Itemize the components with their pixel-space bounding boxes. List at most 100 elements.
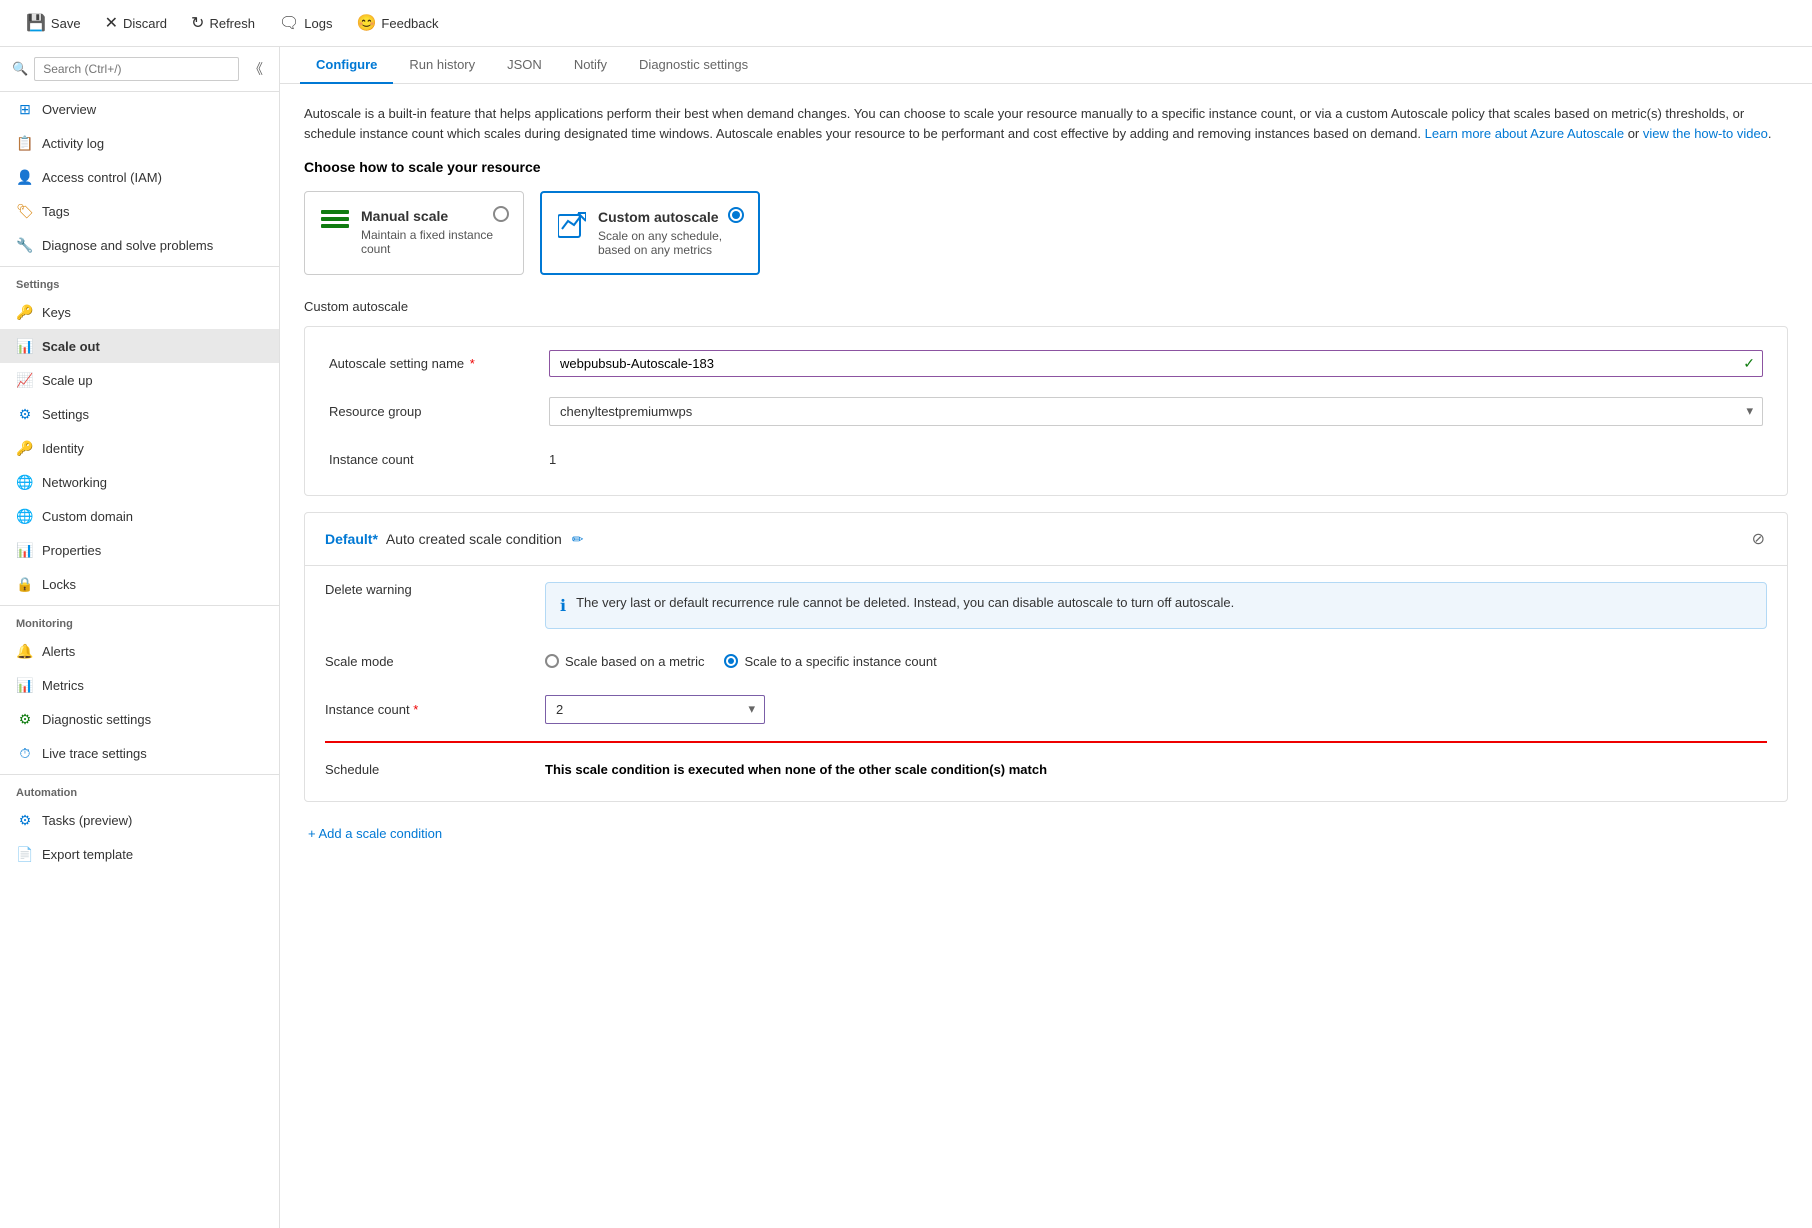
live-trace-icon: ⏱ <box>16 744 34 762</box>
tab-configure[interactable]: Configure <box>300 47 393 84</box>
sidebar-item-overview[interactable]: ⊞ Overview <box>0 92 279 126</box>
discard-icon: ✕ <box>105 13 118 33</box>
condition-instance-required: * <box>413 702 418 717</box>
sidebar-item-networking[interactable]: 🌐 Networking <box>0 465 279 499</box>
scale-mode-row: Scale mode Scale based on a metric Scale… <box>325 645 1767 677</box>
content-area: Configure Run history JSON Notify Diagno… <box>280 47 1812 1228</box>
condition-delete-button[interactable]: ⊘ <box>1750 527 1767 551</box>
sidebar-collapse-button[interactable]: 《 <box>245 55 267 83</box>
logs-button[interactable]: 🗨 Logs <box>269 8 343 38</box>
discard-button[interactable]: ✕ Discard <box>95 8 177 38</box>
learn-more-link[interactable]: Learn more about Azure Autoscale <box>1425 126 1624 141</box>
manual-scale-title: Manual scale <box>361 208 507 224</box>
how-to-video-link[interactable]: view the how-to video <box>1643 126 1768 141</box>
custom-autoscale-radio[interactable] <box>728 207 744 223</box>
scale-section-title: Choose how to scale your resource <box>304 159 1788 175</box>
sidebar-item-settings[interactable]: ⚙ Settings <box>0 397 279 431</box>
sidebar-item-export-template[interactable]: 📄 Export template <box>0 837 279 871</box>
resource-group-select[interactable]: chenyltestpremiumwps <box>549 397 1763 426</box>
tab-bar: Configure Run history JSON Notify Diagno… <box>280 47 1812 84</box>
custom-autoscale-card[interactable]: Custom autoscale Scale on any schedule, … <box>540 191 760 275</box>
networking-icon: 🌐 <box>16 473 34 491</box>
info-icon: ℹ <box>560 596 566 616</box>
sidebar-item-live-trace[interactable]: ⏱ Live trace settings <box>0 736 279 770</box>
export-template-icon: 📄 <box>16 845 34 863</box>
sidebar-item-tags[interactable]: 🏷 Tags <box>0 194 279 228</box>
scale-up-icon: 📈 <box>16 371 34 389</box>
refresh-icon: ↻ <box>191 13 204 33</box>
instance-count-value: 1 <box>549 452 1763 467</box>
sidebar: 🔍 《 ⊞ Overview 📋 Activity log 👤 Access c… <box>0 47 280 1228</box>
sidebar-item-metrics[interactable]: 📊 Metrics <box>0 668 279 702</box>
custom-domain-icon: 🌐 <box>16 507 34 525</box>
sidebar-item-locks[interactable]: 🔒 Locks <box>0 567 279 601</box>
scale-metric-radio[interactable] <box>545 654 559 668</box>
save-button[interactable]: 💾 Save <box>16 8 91 38</box>
delete-warning-label: Delete warning <box>325 582 545 597</box>
scale-instance-option[interactable]: Scale to a specific instance count <box>724 654 936 669</box>
sidebar-item-alerts[interactable]: 🔔 Alerts <box>0 634 279 668</box>
name-valid-checkmark: ✓ <box>1743 355 1755 372</box>
condition-body: Delete warning ℹ The very last or defaul… <box>305 566 1787 801</box>
sidebar-item-keys[interactable]: 🔑 Keys <box>0 295 279 329</box>
monitoring-section-label: Monitoring <box>0 605 279 634</box>
sidebar-item-diagnostic-settings[interactable]: ⚙ Diagnostic settings <box>0 702 279 736</box>
instance-count-select[interactable]: 2 1 3 4 <box>545 695 765 724</box>
sidebar-item-access-control[interactable]: 👤 Access control (IAM) <box>0 160 279 194</box>
sidebar-item-activity-log[interactable]: 📋 Activity log <box>0 126 279 160</box>
sidebar-item-identity[interactable]: 🔑 Identity <box>0 431 279 465</box>
instance-count-label: Instance count <box>329 452 549 467</box>
sidebar-search-area: 🔍 《 <box>0 47 279 92</box>
tab-diagnostic-settings[interactable]: Diagnostic settings <box>623 47 764 84</box>
scale-mode-label: Scale mode <box>325 654 545 669</box>
access-control-icon: 👤 <box>16 168 34 186</box>
custom-autoscale-label: Custom autoscale <box>304 299 1788 314</box>
identity-icon: 🔑 <box>16 439 34 457</box>
schedule-row: Schedule This scale condition is execute… <box>325 753 1767 785</box>
manual-scale-desc: Maintain a fixed instance count <box>361 228 507 256</box>
scale-instance-radio[interactable] <box>724 654 738 668</box>
keys-icon: 🔑 <box>16 303 34 321</box>
red-separator <box>325 741 1767 743</box>
sidebar-item-tasks[interactable]: ⚙ Tasks (preview) <box>0 803 279 837</box>
manual-scale-icon <box>321 210 349 239</box>
scale-metric-option[interactable]: Scale based on a metric <box>545 654 704 669</box>
tags-icon: 🏷 <box>16 202 34 220</box>
autoscale-name-row: Autoscale setting name * ✓ <box>329 347 1763 379</box>
sidebar-item-properties[interactable]: 📊 Properties <box>0 533 279 567</box>
custom-autoscale-icon <box>558 211 586 246</box>
manual-scale-content: Manual scale Maintain a fixed instance c… <box>361 208 507 256</box>
manual-scale-radio[interactable] <box>493 206 509 222</box>
sidebar-item-scale-up[interactable]: 📈 Scale up <box>0 363 279 397</box>
delete-warning-value: ℹ The very last or default recurrence ru… <box>545 582 1767 629</box>
refresh-button[interactable]: ↻ Refresh <box>181 8 265 38</box>
condition-instance-count-label: Instance count * <box>325 702 545 717</box>
tab-json[interactable]: JSON <box>491 47 558 84</box>
settings-section-label: Settings <box>0 266 279 295</box>
custom-autoscale-content: Custom autoscale Scale on any schedule, … <box>598 209 742 257</box>
sidebar-item-scale-out[interactable]: 📊 Scale out <box>0 329 279 363</box>
feedback-button[interactable]: 😊 Feedback <box>347 8 449 38</box>
add-scale-condition-button[interactable]: + Add a scale condition <box>304 818 442 849</box>
scale-mode-radio-group: Scale based on a metric Scale to a speci… <box>545 654 1767 669</box>
schedule-label: Schedule <box>325 762 545 777</box>
custom-autoscale-title: Custom autoscale <box>598 209 742 225</box>
tab-run-history[interactable]: Run history <box>393 47 491 84</box>
tab-notify[interactable]: Notify <box>558 47 623 84</box>
feedback-icon: 😊 <box>357 13 377 33</box>
save-icon: 💾 <box>26 13 46 33</box>
resource-group-value: chenyltestpremiumwps <box>549 397 1763 426</box>
search-input[interactable] <box>34 57 239 81</box>
delete-warning-row: Delete warning ℹ The very last or defaul… <box>325 582 1767 629</box>
condition-edit-button[interactable]: ✏ <box>570 529 586 550</box>
main-layout: 🔍 《 ⊞ Overview 📋 Activity log 👤 Access c… <box>0 47 1812 1228</box>
diagnose-icon: 🔧 <box>16 236 34 254</box>
delete-warning-info: ℹ The very last or default recurrence ru… <box>545 582 1767 629</box>
properties-icon: 📊 <box>16 541 34 559</box>
sidebar-item-custom-domain[interactable]: 🌐 Custom domain <box>0 499 279 533</box>
description-text: Autoscale is a built-in feature that hel… <box>304 104 1788 143</box>
autoscale-name-input[interactable] <box>549 350 1763 377</box>
sidebar-item-diagnose[interactable]: 🔧 Diagnose and solve problems <box>0 228 279 262</box>
manual-scale-card[interactable]: Manual scale Maintain a fixed instance c… <box>304 191 524 275</box>
autoscale-name-label: Autoscale setting name * <box>329 356 549 371</box>
